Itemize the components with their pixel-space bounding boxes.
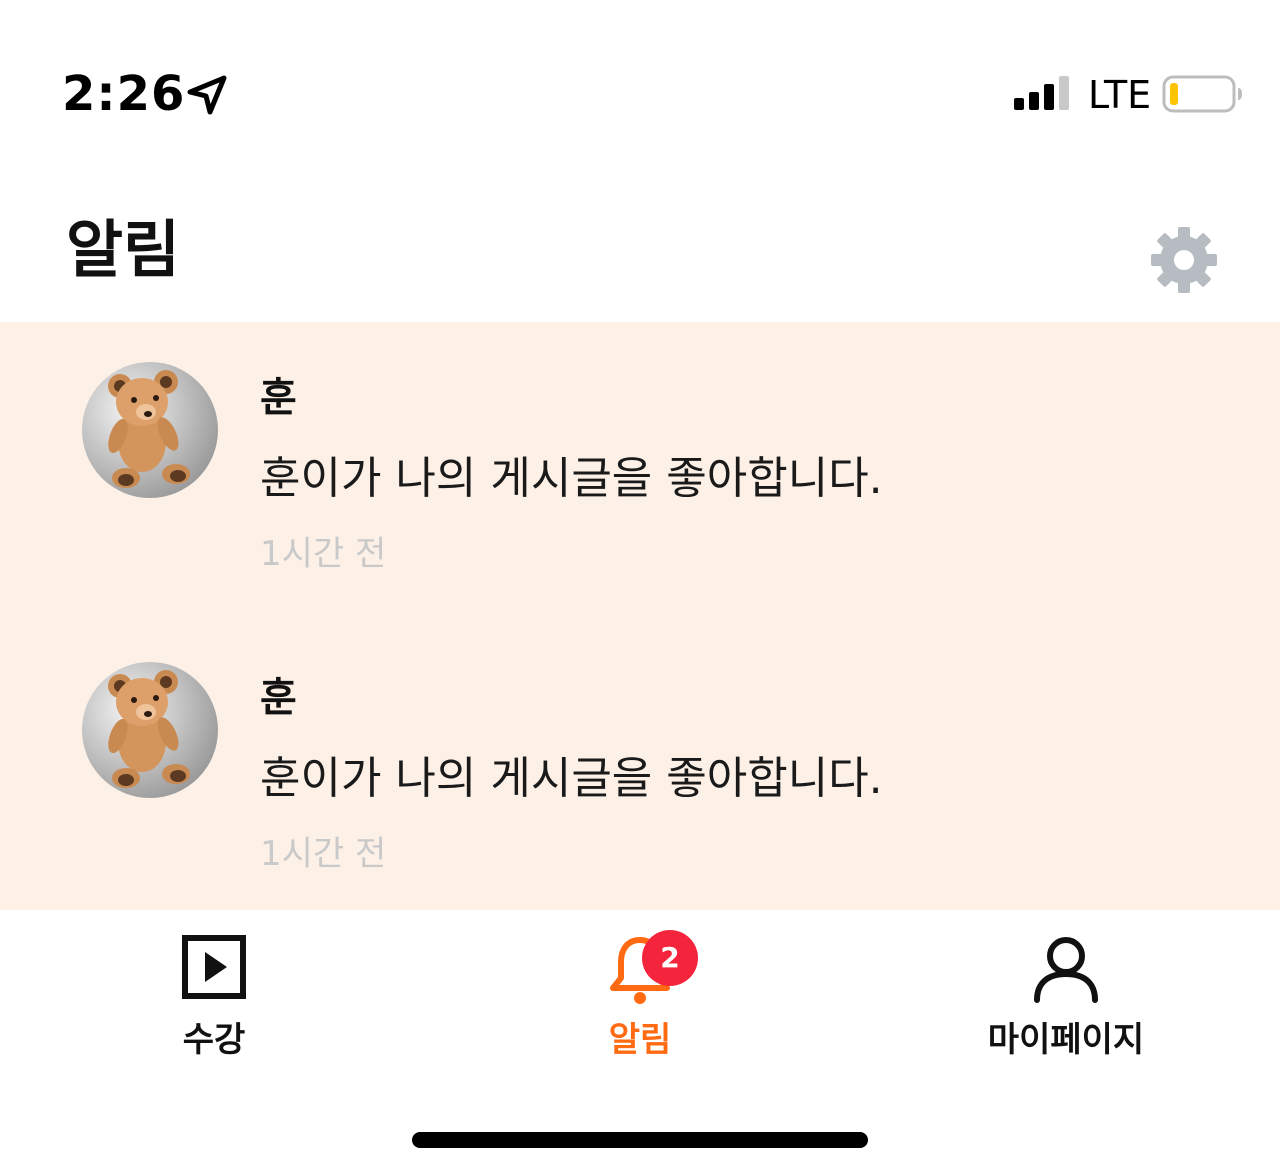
- play-square-icon: [182, 935, 246, 999]
- cellular-signal-icon: [1014, 76, 1069, 110]
- tab-label: 마이페이지: [987, 1020, 1145, 1060]
- page-header: 알림: [0, 190, 1280, 322]
- tab-label: 알림: [608, 1020, 672, 1060]
- notification-message: 훈이가 나의 게시글을 좋아합니다.: [260, 753, 883, 804]
- status-bar: 2:26 LTE: [0, 0, 1280, 190]
- avatar: [82, 662, 218, 798]
- teddy-bear-avatar: [82, 362, 218, 498]
- page-title: 알림: [66, 213, 181, 286]
- notification-time: 1시간 전: [260, 834, 387, 874]
- status-time: 2:26: [62, 66, 186, 122]
- person-icon: [1034, 937, 1098, 1003]
- tab-learning[interactable]: 수강: [64, 910, 364, 1080]
- location-arrow-icon: [187, 75, 227, 115]
- notification-list: 훈 훈이가 나의 게시글을 좋아합니다. 1시간 전 훈 훈이가 나의 게시글을…: [0, 322, 1280, 910]
- notification-time: 1시간 전: [260, 534, 387, 574]
- notification-message: 훈이가 나의 게시글을 좋아합니다.: [260, 453, 883, 504]
- tab-bar: 수강 2 알림 마이페이지: [0, 910, 1280, 1090]
- teddy-bear-avatar: [82, 662, 218, 798]
- network-type-label: LTE: [1088, 73, 1152, 117]
- avatar: [82, 362, 218, 498]
- notifications-screen: 2:26 LTE 알림 훈 훈이가 나의 게시글을 좋아합니다. 1시간 전 훈…: [0, 0, 1280, 1176]
- sender-name: 훈: [260, 675, 297, 721]
- home-indicator[interactable]: [412, 1132, 868, 1148]
- battery-low-icon: [1162, 75, 1242, 113]
- sender-name: 훈: [260, 375, 297, 421]
- gear-icon: [1151, 227, 1217, 293]
- notification-item[interactable]: 훈 훈이가 나의 게시글을 좋아합니다. 1시간 전: [0, 322, 1280, 622]
- settings-button[interactable]: [1146, 222, 1222, 298]
- notification-badge: 2: [642, 930, 698, 986]
- notification-item[interactable]: 훈 훈이가 나의 게시글을 좋아합니다. 1시간 전: [0, 622, 1280, 922]
- tab-alerts[interactable]: 2 알림: [490, 910, 790, 1080]
- tab-mypage[interactable]: 마이페이지: [916, 910, 1216, 1080]
- tab-label: 수강: [182, 1020, 246, 1060]
